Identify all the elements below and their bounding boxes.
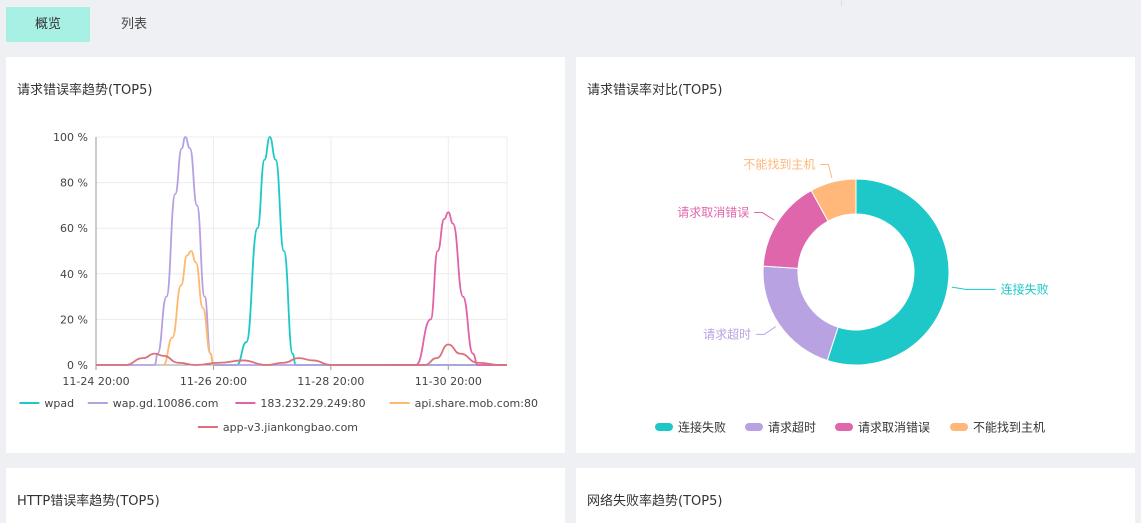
series-line-wpad — [213, 136, 507, 366]
legend-label: 请求超时 — [768, 420, 816, 435]
http-error-card: HTTP错误率趋势(TOP5) — [6, 468, 565, 523]
trend-card: 请求错误率趋势(TOP5) 0 % 20 % 40 % 60 % 80 % 100 % 11… — [6, 57, 565, 453]
series-line-app-v3.jiankongbao.com — [95, 343, 507, 366]
x-tick-label: 11-30 20:00 — [415, 375, 482, 388]
y-tick-label: 80 % — [60, 177, 88, 190]
legend-swatch — [950, 423, 968, 431]
compare-card: 请求错误率对比(TOP5) 连接失败 请求超时 请求取消错误 不能找到主机 连接失败 请求… — [576, 57, 1135, 453]
donut-leader-line — [951, 286, 996, 290]
donut-leader-line — [820, 163, 833, 179]
donut-label: 不能找到主机 — [743, 157, 815, 171]
donut-leader-line — [756, 326, 777, 335]
http-error-card-title: HTTP错误率趋势(TOP5) — [17, 494, 160, 509]
legend-swatch — [835, 423, 853, 431]
legend-label: wap.gd.10086.com — [113, 397, 219, 410]
x-tick-label: 11-24 20:00 — [62, 375, 129, 388]
legend-label: 请求取消错误 — [858, 421, 930, 435]
y-tick-label: 100 % — [53, 131, 88, 144]
y-tick-label: 40 % — [60, 268, 88, 281]
legend-swatch — [655, 423, 673, 431]
y-tick-label: 0 % — [67, 359, 88, 372]
donut-label: 连接失败 — [1001, 281, 1049, 296]
x-tick-label: 11-28 20:00 — [297, 375, 364, 388]
legend-label: 连接失败 — [678, 420, 726, 435]
tab-overview[interactable]: 概览 — [6, 7, 90, 42]
legend-label: api.share.mob.com:80 — [415, 397, 538, 410]
view-tabs: 概览 列表 — [6, 7, 176, 42]
legend-label: 不能找到主机 — [973, 421, 1045, 435]
x-tick-label: 11-26 20:00 — [180, 375, 247, 388]
legend-label: 183.232.29.249:80 — [260, 397, 365, 410]
series-line-wap.gd.10086.com — [95, 136, 507, 366]
network-fail-card-title: 网络失败率趋势(TOP5) — [587, 494, 723, 509]
donut-leader-line — [754, 212, 775, 221]
donut-label: 请求超时 — [703, 326, 751, 341]
donut-chart: 连接失败请求超时请求取消错误不能找到主机连接失败 请求超时 请求取消错误 不能找到主机 — [655, 157, 1049, 435]
network-fail-card: 网络失败率趋势(TOP5) — [576, 468, 1135, 523]
legend-swatch — [745, 423, 763, 431]
line-chart: 0 % 20 % 40 % 60 % 80 % 100 % 11-24 20:00 11-26… — [19, 131, 538, 434]
tab-list[interactable]: 列表 — [92, 7, 176, 42]
y-tick-label: 20 % — [60, 313, 88, 326]
legend-label: app-v3.jiankongbao.com — [223, 421, 358, 434]
top-divider — [841, 0, 842, 6]
donut-slice-1 — [762, 265, 839, 362]
donut-label: 请求取消错误 — [677, 206, 749, 220]
legend-label: wpad — [44, 397, 74, 410]
y-tick-label: 60 % — [60, 222, 88, 235]
